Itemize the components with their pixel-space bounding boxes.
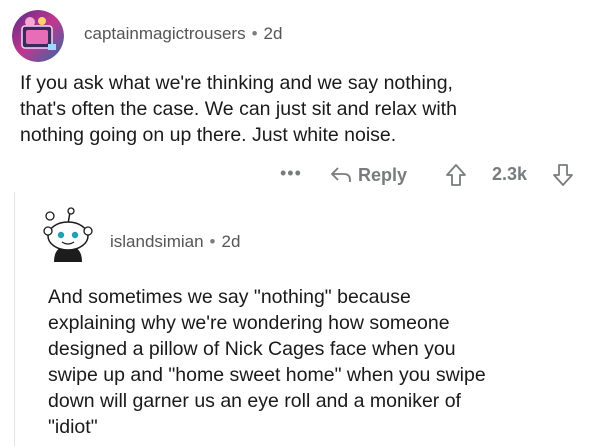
meta-separator: •	[251, 24, 258, 43]
vote-score: 2.3k	[492, 164, 528, 184]
avatar-image-icon	[12, 10, 64, 62]
reply-comment-meta: islandsimian • 2d	[110, 232, 240, 252]
top-comment: captainmagictrousers • 2d If you ask what …	[0, 0, 599, 200]
reply-comment-body: And sometimes we say "nothing" because e…	[48, 286, 486, 438]
meta-separator: •	[209, 232, 216, 251]
reply-arrow-icon	[331, 167, 351, 182]
upvote-button[interactable]	[445, 162, 467, 188]
upvote-arrow-icon	[446, 164, 466, 186]
downvote-arrow-icon	[553, 164, 573, 186]
reply-comment-username[interactable]: islandsimian	[110, 232, 204, 251]
top-comment-age: 2d	[263, 24, 283, 43]
reply-comment-age: 2d	[221, 232, 241, 251]
more-options-icon[interactable]: •••	[280, 164, 302, 182]
comment-actions-bar: ••• Reply 2.3k	[0, 158, 599, 192]
snoo-avatar-icon	[43, 207, 93, 262]
top-comment-body: If you ask what we're thinking and we sa…	[20, 72, 457, 146]
downvote-button[interactable]	[552, 162, 574, 188]
top-comment-meta: captainmagictrousers • 2d	[84, 24, 282, 44]
reply-label: Reply	[358, 164, 408, 185]
reply-avatar[interactable]	[40, 206, 96, 270]
reply-button[interactable]: Reply	[330, 162, 407, 188]
top-comment-username[interactable]: captainmagictrousers	[84, 24, 246, 43]
user-avatar[interactable]	[12, 10, 64, 62]
thread-line[interactable]	[14, 192, 15, 446]
